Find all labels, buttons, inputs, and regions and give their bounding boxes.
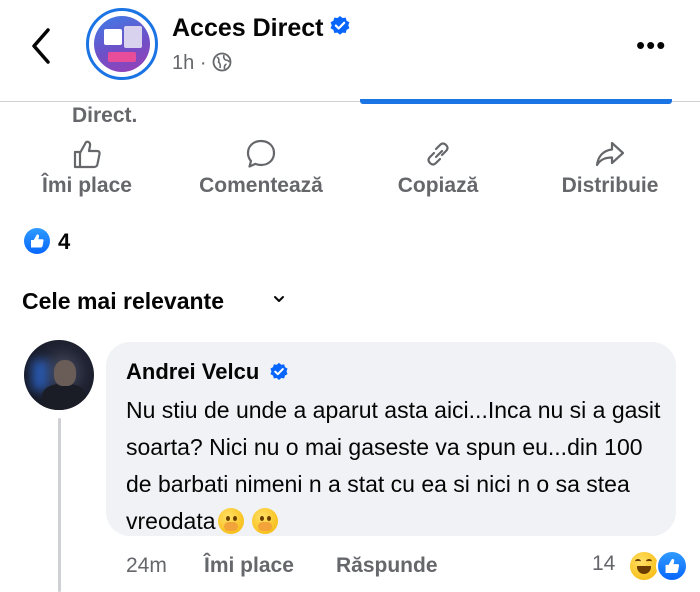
globe-icon [212,52,232,78]
page-avatar[interactable] [86,8,158,80]
like-reaction-icon[interactable] [656,550,688,582]
copy-link-button[interactable]: Copiază [390,138,486,198]
thumbs-up-icon [36,138,138,172]
comment-time[interactable]: 24m [126,554,167,578]
page-name[interactable]: Acces Direct [172,14,351,44]
comment-author-name[interactable]: Andrei Velcu [126,359,259,384]
share-icon [554,138,666,172]
comment-like-button[interactable]: Îmi place [204,554,294,578]
link-icon [390,138,486,172]
comment-body: Nu stiu de unde a aparut asta aici...Inc… [126,392,666,540]
copy-label: Copiază [397,174,479,197]
verified-badge-icon [329,15,351,44]
comment-text: Nu stiu de unde a aparut asta aici...Inc… [126,397,661,534]
more-dots-icon: ••• [636,30,667,60]
page-logo-image [94,16,150,72]
thread-line [58,418,61,592]
comment-button[interactable]: Comentează [190,138,332,198]
comment-reaction-count[interactable]: 14 [592,552,615,576]
like-button[interactable]: Îmi place [36,138,138,198]
meta-separator: · [199,52,207,74]
comment-reply-button[interactable]: Răspunde [336,554,438,578]
back-button[interactable] [26,24,58,68]
verified-badge-icon [269,362,289,388]
comment-author[interactable]: Andrei Velcu [126,359,289,388]
comment-label: Comentează [199,174,323,197]
share-button[interactable]: Distribuie [554,138,666,198]
like-label: Îmi place [42,174,132,197]
commenter-avatar[interactable] [24,340,94,410]
comment-sort-selector[interactable]: Cele mai relevante [22,288,224,315]
post-caption-fragment: Direct. [72,104,138,127]
post-meta: 1h · [172,52,232,78]
page-name-text[interactable]: Acces Direct [172,14,323,42]
reaction-count[interactable]: 4 [58,229,70,255]
share-label: Distribuie [561,174,659,197]
chevron-down-icon[interactable] [272,292,286,311]
face-with-hand-over-mouth-emoji [217,508,244,534]
face-with-hand-over-mouth-emoji [251,508,278,534]
like-reaction-icon[interactable] [24,228,50,254]
chevron-left-icon [32,28,50,64]
comment-icon [190,138,332,172]
more-options-button[interactable]: ••• [636,30,666,61]
post-time[interactable]: 1h [172,52,194,74]
post-link-preview-edge [360,99,672,104]
